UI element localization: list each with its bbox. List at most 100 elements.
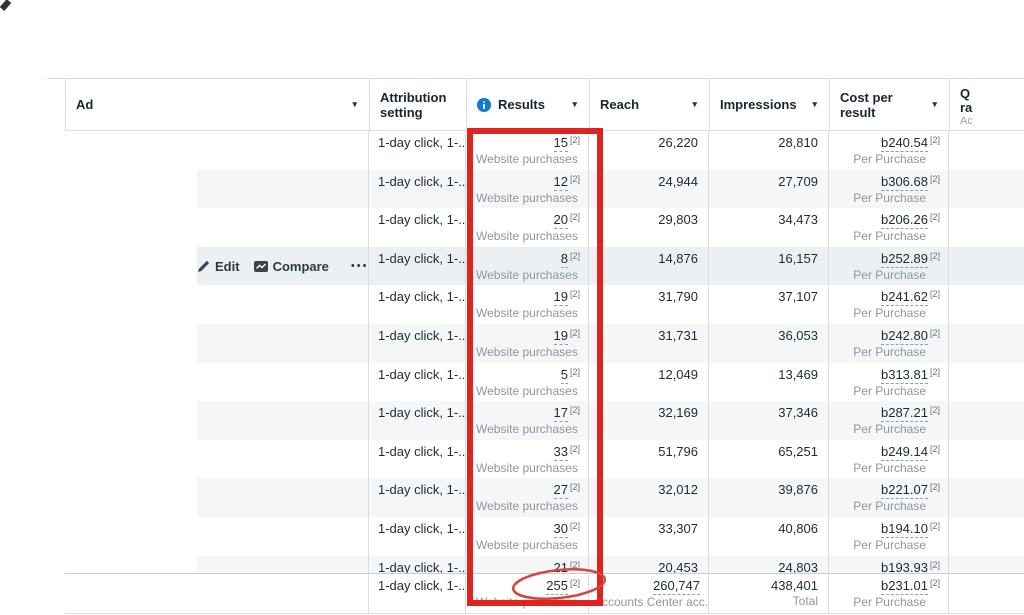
results-value[interactable]: 12 bbox=[554, 174, 568, 191]
impressions-value: 65,251 bbox=[709, 440, 828, 460]
results-value[interactable]: 20 bbox=[554, 212, 568, 229]
column-header-results[interactable]: Results ▾ bbox=[466, 79, 589, 130]
attribution-setting-label: Attribution setting bbox=[380, 90, 454, 120]
results-value[interactable]: 21 bbox=[554, 560, 568, 573]
table-row[interactable]: Edit Compare ••• 1-day click, 1-... bbox=[65, 556, 1024, 573]
results-value[interactable]: 17 bbox=[554, 405, 568, 422]
footnote-marker: [2] bbox=[930, 286, 940, 302]
footnote-marker: [2] bbox=[930, 402, 940, 418]
attribution-value: 1-day click, 1-... bbox=[369, 517, 465, 537]
table-row[interactable]: Edit Compare ••• 1-day click, 1-... bbox=[65, 208, 1024, 247]
reach-cell: 32,012 bbox=[588, 478, 708, 517]
column-header-cost-per-result[interactable]: Cost per result ▾ bbox=[829, 79, 949, 130]
results-value[interactable]: 30 bbox=[554, 521, 568, 538]
table-row[interactable]: Edit Compare ••• 1-day click, 1-... bbox=[65, 170, 1024, 209]
edit-button[interactable]: Edit bbox=[197, 259, 240, 274]
column-header-quality-ranking[interactable]: Q ra Ac bbox=[949, 79, 1024, 130]
column-header-ad[interactable]: Ad ▾ bbox=[66, 79, 369, 130]
table-row[interactable]: Edit Compare ••• 1-day click, 1-... bbox=[65, 517, 1024, 556]
edit-button-label: Edit bbox=[215, 259, 240, 274]
table-row[interactable]: Edit Compare ••• 1-day click, 1-... bbox=[65, 285, 1024, 324]
results-value[interactable]: 5 bbox=[561, 367, 568, 384]
cost-per-result-cell: b193.93 [2] bbox=[828, 556, 948, 573]
column-header-impressions[interactable]: Impressions ▾ bbox=[709, 79, 829, 130]
results-value[interactable]: 19 bbox=[554, 328, 568, 345]
reach-cell: 32,169 bbox=[588, 401, 708, 440]
footnote-marker: [2] bbox=[570, 441, 580, 457]
results-value[interactable]: 27 bbox=[554, 482, 568, 499]
results-value[interactable]: 15 bbox=[554, 135, 568, 152]
header-top-border-extension bbox=[47, 78, 65, 79]
table-row[interactable]: Edit Compare ••• 1-day click, 1-... bbox=[65, 324, 1024, 363]
reach-value: 33,307 bbox=[589, 517, 708, 537]
results-value[interactable]: 19 bbox=[554, 289, 568, 306]
impressions-cell: 39,876 bbox=[708, 478, 828, 517]
cost-per-result-value[interactable]: b242.80 bbox=[881, 328, 928, 345]
reach-cell: 12,049 bbox=[588, 363, 708, 402]
results-cell: 12 [2] Website purchases bbox=[465, 170, 588, 209]
chevron-down-icon[interactable]: ▾ bbox=[346, 99, 357, 110]
cost-per-result-value[interactable]: b252.89 bbox=[881, 251, 928, 268]
results-cell: 15 [2] Website purchases bbox=[465, 131, 588, 170]
footnote-marker: [2] bbox=[570, 171, 580, 187]
cost-per-result-cell: b287.21 [2] Per Purchase bbox=[828, 401, 948, 440]
total-cost-value[interactable]: b231.01 bbox=[881, 578, 928, 595]
table-row[interactable]: Edit Compare ••• 1-day click, 1-... bbox=[65, 440, 1024, 479]
attribution-cell: 1-day click, 1-... bbox=[368, 131, 465, 170]
table-row[interactable]: Edit Compare ••• 1-day click, 1-... bbox=[65, 247, 1024, 286]
cost-metric-label: Per Purchase bbox=[829, 191, 948, 206]
total-reach-value[interactable]: 260,747 bbox=[653, 578, 700, 595]
results-value[interactable]: 8 bbox=[561, 251, 568, 268]
results-metric-label: Website purchases bbox=[466, 538, 588, 553]
results-metric-label: Website purchases bbox=[466, 499, 588, 514]
footnote-marker: [2] bbox=[570, 402, 580, 418]
cost-per-result-value[interactable]: b241.62 bbox=[881, 289, 928, 306]
cost-per-result-value[interactable]: b206.26 bbox=[881, 212, 928, 229]
results-metric-label: Website purchases bbox=[466, 422, 588, 437]
cost-per-result-value[interactable]: b287.21 bbox=[881, 405, 928, 422]
cost-per-result-value[interactable]: b249.14 bbox=[881, 444, 928, 461]
reach-cell: 31,731 bbox=[588, 324, 708, 363]
more-options-button[interactable]: ••• bbox=[343, 260, 368, 272]
impressions-cell: 65,251 bbox=[708, 440, 828, 479]
reach-cell: 51,796 bbox=[588, 440, 708, 479]
reach-value: 24,944 bbox=[589, 170, 708, 190]
total-results-value[interactable]: 255 bbox=[546, 578, 568, 595]
table-row[interactable]: Edit Compare ••• 1-day click, 1-... bbox=[65, 131, 1024, 170]
reach-value: 12,049 bbox=[589, 363, 708, 383]
table-row[interactable]: Edit Compare ••• 1-day click, 1-... bbox=[65, 401, 1024, 440]
total-quality-cell bbox=[948, 574, 1024, 613]
cost-per-result-value[interactable]: b193.93 bbox=[881, 560, 928, 573]
table-row[interactable]: Edit Compare ••• 1-day click, 1-... bbox=[65, 363, 1024, 402]
reach-value: 31,790 bbox=[589, 285, 708, 305]
column-header-reach[interactable]: Reach ▾ bbox=[589, 79, 709, 130]
quality-ranking-cell bbox=[948, 363, 1024, 402]
chevron-down-icon[interactable]: ▾ bbox=[566, 99, 577, 110]
impressions-column-label: Impressions bbox=[720, 97, 797, 112]
chevron-down-icon[interactable]: ▾ bbox=[686, 99, 697, 110]
chevron-down-icon[interactable]: ▾ bbox=[926, 99, 937, 110]
attribution-cell: 1-day click, 1-... bbox=[368, 208, 465, 247]
table-row[interactable]: Edit Compare ••• 1-day click, 1-... bbox=[65, 478, 1024, 517]
cost-per-result-value[interactable]: b306.68 bbox=[881, 174, 928, 191]
compare-button[interactable]: Compare bbox=[254, 259, 329, 274]
results-metric-label: Website purchases bbox=[466, 306, 588, 321]
info-icon[interactable] bbox=[477, 98, 491, 112]
attribution-value: 1-day click, 1-... bbox=[369, 556, 465, 573]
cost-per-result-cell: b313.81 [2] Per Purchase bbox=[828, 363, 948, 402]
column-header-attribution-setting[interactable]: Attribution setting bbox=[369, 79, 466, 130]
cost-per-result-value[interactable]: b313.81 bbox=[881, 367, 928, 384]
reach-value: 51,796 bbox=[589, 440, 708, 460]
quality-ranking-cell bbox=[948, 247, 1024, 286]
cost-per-result-value[interactable]: b240.54 bbox=[881, 135, 928, 152]
quality-ranking-cell bbox=[948, 208, 1024, 247]
results-value[interactable]: 33 bbox=[554, 444, 568, 461]
impressions-cell: 34,473 bbox=[708, 208, 828, 247]
chevron-down-icon[interactable]: ▾ bbox=[806, 99, 817, 110]
cost-per-result-value[interactable]: b194.10 bbox=[881, 521, 928, 538]
table-header-row: Ad ▾ Attribution setting Results ▾ Reach… bbox=[65, 78, 1024, 131]
cost-per-result-value[interactable]: b221.07 bbox=[881, 482, 928, 499]
total-reach-sublabel: Accounts Center acc... bbox=[589, 595, 708, 610]
attribution-cell: 1-day click, 1-... bbox=[368, 285, 465, 324]
quality-column-sublabel: Ac bbox=[960, 115, 973, 128]
